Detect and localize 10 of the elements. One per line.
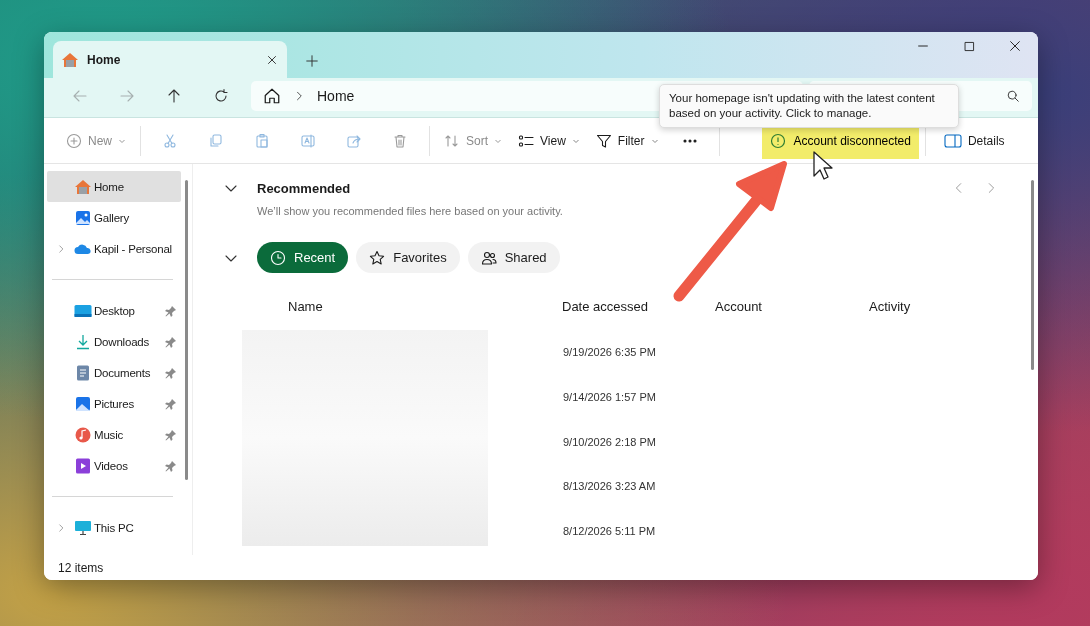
tooltip: Your homepage isn't updating with the latest content based on your activity. Click to manage. xyxy=(659,84,959,128)
table-cell-text: 8/13/2026 3:23 AM xyxy=(563,480,656,495)
table-cell-text: 9/10/2026 2:18 PM xyxy=(563,435,656,450)
table-cell-text: 9/14/2026 1:57 PM xyxy=(563,390,656,405)
tab-title: Home xyxy=(87,52,122,67)
table-cell-text: 8/12/2026 5:11 PM xyxy=(563,525,656,540)
item-count: 12 items xyxy=(58,560,104,575)
section-title: Recommended xyxy=(257,180,351,196)
empty-message: We’ll show you recommended files here based on your activity. xyxy=(257,205,564,217)
table-cell-text: 9/19/2026 6:35 PM xyxy=(563,346,656,360)
